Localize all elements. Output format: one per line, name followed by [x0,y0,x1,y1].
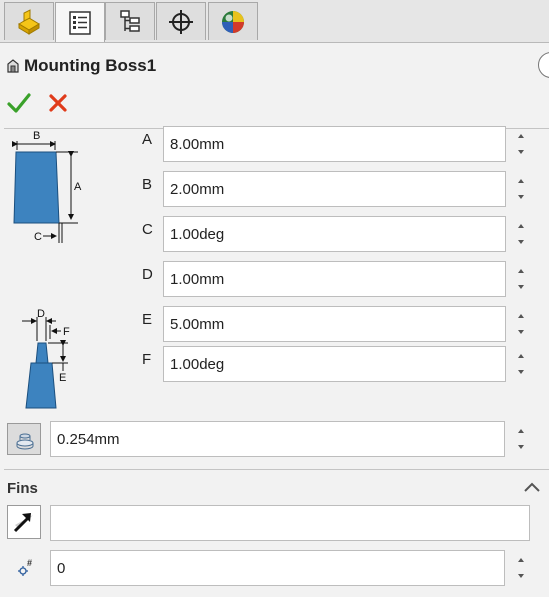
param-a-spinner[interactable] [506,126,536,162]
configuration-manager-icon [120,9,140,32]
tab-property-manager[interactable] [55,2,105,42]
boss-dimension-diagram: B A C [12,130,82,243]
param-e-spinner[interactable] [506,306,536,342]
spin-up-icon[interactable] [518,314,524,318]
property-manager-header: Mounting Boss1 [0,50,549,82]
param-c-input[interactable]: 1.00deg [163,216,506,252]
clearance-icon [16,433,34,450]
fins-heading: Fins [7,480,38,497]
param-e-label: E [142,311,153,328]
fin-direction-button[interactable] [7,505,41,539]
property-manager-icon [69,10,91,35]
param-c-spinner[interactable] [506,216,536,252]
param-f-label: F [142,351,152,368]
param-d-label: D [142,266,153,283]
number-of-fins-icon: # [18,558,32,576]
tab-dimxpert-manager[interactable] [156,2,206,40]
feature-manager-icon [18,8,40,35]
fin-count-spinner[interactable] [506,550,536,586]
chevron-up-icon[interactable] [522,480,542,494]
spin-up-icon[interactable] [518,269,524,273]
clearance-toggle[interactable] [7,423,41,455]
cancel-button[interactable] [47,92,69,114]
ok-button[interactable] [7,92,31,114]
param-a-input[interactable]: 8.00mm [163,126,506,162]
spin-down-icon[interactable] [518,445,524,449]
tab-display-manager[interactable] [208,2,258,40]
param-d-input[interactable]: 1.00mm [163,261,506,297]
spin-up-icon[interactable] [518,179,524,183]
param-f-spinner[interactable] [506,346,536,382]
dimxpert-icon [169,9,193,34]
clearance-input[interactable]: 0.254mm [50,421,505,457]
collapse-button[interactable] [538,52,549,78]
spin-down-icon[interactable] [518,574,524,578]
spin-down-icon[interactable] [518,150,524,154]
diagram-label-c: C [34,231,42,243]
spin-down-icon[interactable] [518,195,524,199]
diagram-label-e: E [59,372,66,384]
spin-up-icon[interactable] [518,429,524,433]
spin-up-icon[interactable] [518,134,524,138]
page-title: Mounting Boss1 [24,56,157,75]
param-b-input[interactable]: 2.00mm [163,171,506,207]
svg-text:#: # [27,558,32,568]
param-b-label: B [142,176,153,193]
param-a-label: A [142,131,153,148]
boss-feature-icon [7,59,19,73]
fin-direction-input[interactable] [50,505,530,541]
fin-dimension-diagram: D F E [22,308,70,409]
display-manager-icon [222,10,244,33]
tab-configuration-manager[interactable] [105,2,155,40]
param-e-input[interactable]: 5.00mm [163,306,506,342]
param-c-label: C [142,221,153,238]
param-b-spinner[interactable] [506,171,536,207]
checkmark-icon [7,93,31,113]
x-icon [49,94,67,112]
fin-count-input[interactable]: 0 [50,550,505,586]
clearance-spinner[interactable] [506,421,536,457]
spin-down-icon[interactable] [518,330,524,334]
spin-down-icon[interactable] [518,240,524,244]
select-direction-icon [13,513,33,533]
divider [4,469,549,470]
param-d-spinner[interactable] [506,261,536,297]
spin-up-icon[interactable] [518,224,524,228]
spin-up-icon[interactable] [518,558,524,562]
diagram-label-f: F [63,326,70,338]
spin-up-icon[interactable] [518,354,524,358]
diagram-label-b: B [33,130,40,142]
param-f-input[interactable]: 1.00deg [163,346,506,382]
diagram-label-a: A [74,181,82,193]
spin-down-icon[interactable] [518,370,524,374]
property-tab-bar [0,0,549,43]
spin-down-icon[interactable] [518,285,524,289]
tab-feature-manager[interactable] [4,2,54,40]
diagram-label-d: D [37,308,45,320]
